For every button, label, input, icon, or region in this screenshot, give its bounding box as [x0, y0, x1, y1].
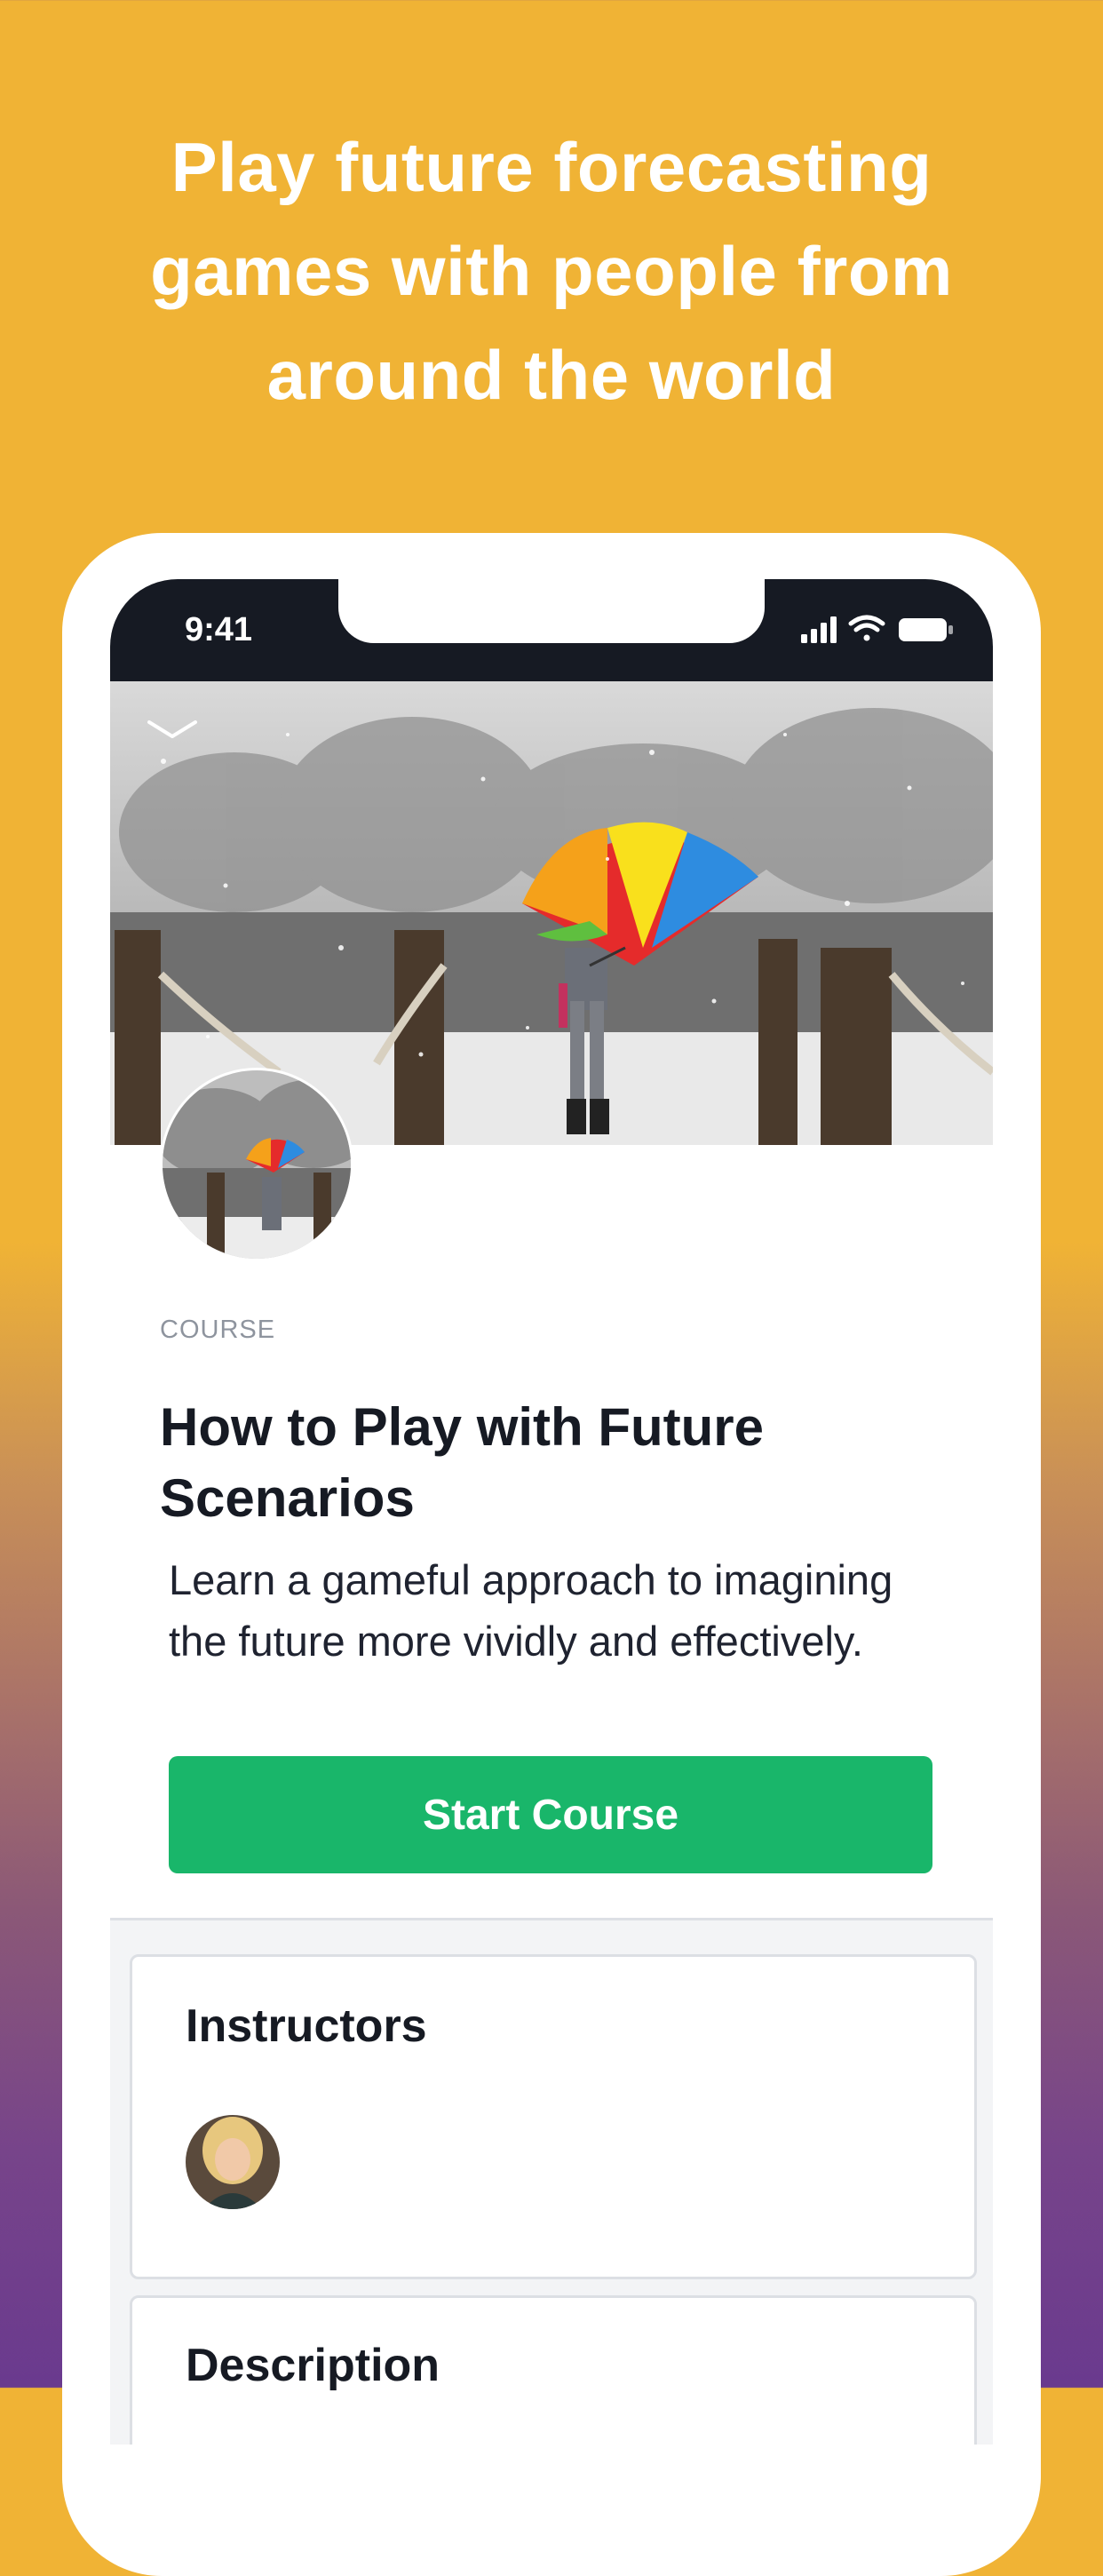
description-card: Description	[130, 2295, 977, 2445]
headline-line-1: Play future forecasting	[171, 128, 932, 206]
chevron-down-icon[interactable]	[146, 717, 199, 743]
instructor-avatar[interactable]	[186, 2115, 280, 2209]
phone-screen: 9:41 COURSE How to Play with Future Scen…	[110, 579, 993, 2445]
start-course-button[interactable]: Start Course	[169, 1756, 932, 1873]
phone-notch	[338, 579, 765, 643]
description-title: Description	[186, 2340, 440, 2391]
course-eyebrow: COURSE	[160, 1316, 276, 1344]
status-bar: 9:41	[110, 579, 993, 681]
cellular-signal-icon	[801, 616, 837, 643]
course-thumbnail	[160, 1068, 353, 1261]
course-title: How to Play with Future Scenarios	[160, 1397, 765, 1528]
status-icons	[801, 613, 957, 645]
instructors-card: Instructors	[130, 1954, 977, 2279]
headline-line-2: games with people from	[150, 232, 953, 310]
instructors-title: Instructors	[186, 2000, 427, 2052]
headline-line-3: around the world	[266, 336, 837, 414]
course-description: Learn a gameful approach to imagining th…	[169, 1556, 893, 1665]
wifi-icon	[848, 615, 885, 641]
status-time: 9:41	[185, 611, 253, 648]
battery-icon	[899, 618, 953, 641]
headline: Play future forecasting games with peopl…	[0, 115, 1103, 427]
